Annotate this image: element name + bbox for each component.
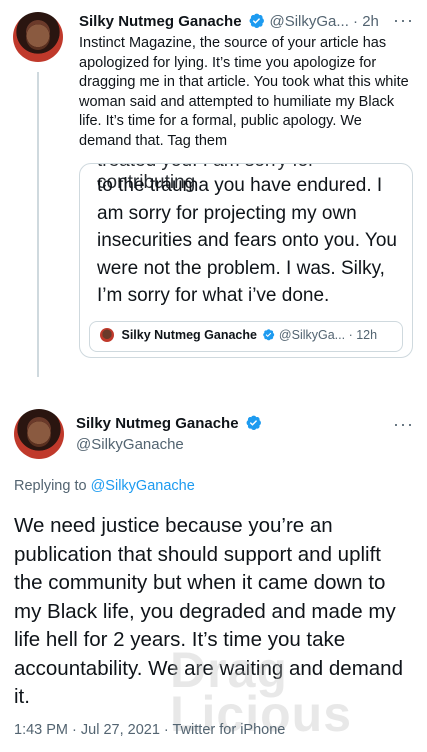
avatar[interactable] xyxy=(13,12,63,62)
verified-badge-icon xyxy=(249,13,264,29)
verified-badge-icon xyxy=(263,329,275,341)
more-options-icon[interactable]: ··· xyxy=(393,10,414,31)
nested-display-name: Silky Nutmeg Ganache xyxy=(121,328,257,342)
display-name[interactable]: Silky Nutmeg Ganache xyxy=(76,415,239,432)
mini-avatar xyxy=(100,328,114,342)
replying-to-link[interactable]: @SilkyGanache xyxy=(91,478,195,494)
handle-and-time[interactable]: @SilkyGa... · 2h xyxy=(269,13,378,30)
replying-to: Replying to @SilkyGanache xyxy=(14,478,195,494)
quoted-tweet-card[interactable]: treated you. I am sorry for contributing… xyxy=(79,163,413,358)
quote-text: to the trauma you have endured. I am sor… xyxy=(97,175,397,306)
tweet-text: Instinct Magazine, the source of your ar… xyxy=(79,35,409,149)
handle[interactable]: @SilkyGanache xyxy=(76,436,184,453)
thread-connector-line xyxy=(37,72,39,377)
more-options-icon[interactable]: ··· xyxy=(393,414,414,435)
replying-prefix: Replying to xyxy=(14,478,91,494)
nested-quote-card[interactable]: Silky Nutmeg Ganache @SilkyGa... · 12h xyxy=(89,321,403,352)
tweet-timestamp[interactable]: 1:43 PM · Jul 27, 2021 · Twitter for iPh… xyxy=(14,722,285,738)
avatar[interactable] xyxy=(14,409,64,459)
display-name[interactable]: Silky Nutmeg Ganache xyxy=(79,13,242,30)
tweet-text: We need justice because you’re an public… xyxy=(14,514,403,708)
tweet-header: Silky Nutmeg Ganache xyxy=(76,414,262,433)
verified-badge-icon xyxy=(246,415,261,431)
nested-handle-time: @SilkyGa... · 12h xyxy=(278,328,378,342)
tweet-header: Silky Nutmeg Ganache @SilkyGa... · 2h xyxy=(79,12,379,31)
